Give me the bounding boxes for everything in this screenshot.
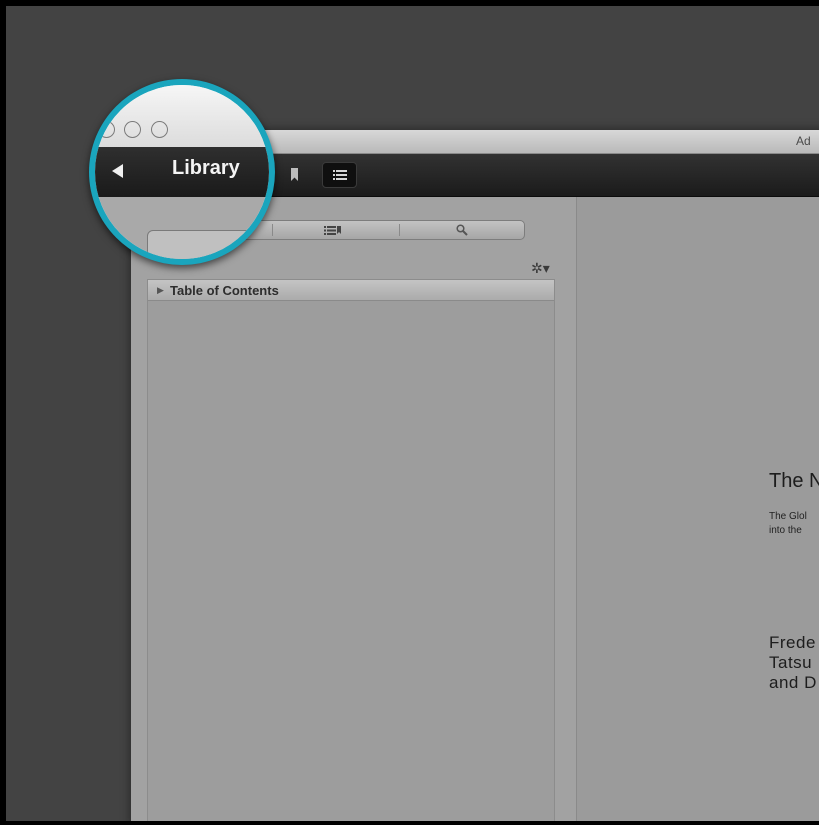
book-title: The N (769, 470, 819, 492)
magnified-toolbar: Library (95, 147, 269, 197)
book-authors: Frede Tatsu and D (769, 633, 817, 693)
list-view-button[interactable] (322, 162, 357, 188)
toc-header-label: Table of Contents (170, 283, 279, 298)
magnified-titlebar (95, 85, 269, 147)
book-subtitle: The Glol into the (769, 510, 819, 538)
subtitle-line: into the (769, 525, 802, 536)
magnified-segmented-control[interactable] (147, 230, 269, 259)
list-view-tab[interactable] (273, 221, 399, 239)
sidebar: ✲▾ ▶ Table of Contents (131, 197, 577, 821)
author-line: Frede (769, 633, 816, 652)
toc-disclosure-header[interactable]: ▶ Table of Contents (148, 280, 554, 301)
magnified-view: Library (95, 85, 269, 259)
zoom-window-icon[interactable] (151, 121, 168, 138)
close-window-icon[interactable] (98, 121, 115, 138)
screenshot-frame: Ad ✲▾ ▶ Table of Contents The N The Glol… (0, 0, 819, 825)
author-line: and D (769, 673, 817, 692)
gear-icon[interactable]: ✲▾ (531, 260, 550, 277)
author-line: Tatsu (769, 653, 813, 672)
minimize-window-icon[interactable] (124, 121, 141, 138)
desktop-background: Ad ✲▾ ▶ Table of Contents The N The Glol… (6, 6, 819, 821)
library-back-button[interactable]: Library (172, 157, 240, 180)
subtitle-line: The Glol (769, 511, 807, 522)
table-of-contents-panel: ▶ Table of Contents (147, 279, 555, 821)
list-view-icon (324, 226, 341, 235)
disclosure-triangle-icon[interactable]: ▶ (157, 285, 164, 296)
bookmark-icon[interactable] (291, 168, 298, 181)
search-icon (456, 224, 468, 236)
back-arrow-icon[interactable] (112, 164, 123, 178)
list-icon (333, 170, 347, 180)
window-title: Ad (796, 134, 811, 148)
magnified-sidebar (95, 197, 269, 259)
magnifier-callout: Library (89, 79, 275, 265)
book-page: The N The Glol into the Frede Tatsu and … (577, 197, 819, 821)
search-tab[interactable] (400, 221, 524, 239)
